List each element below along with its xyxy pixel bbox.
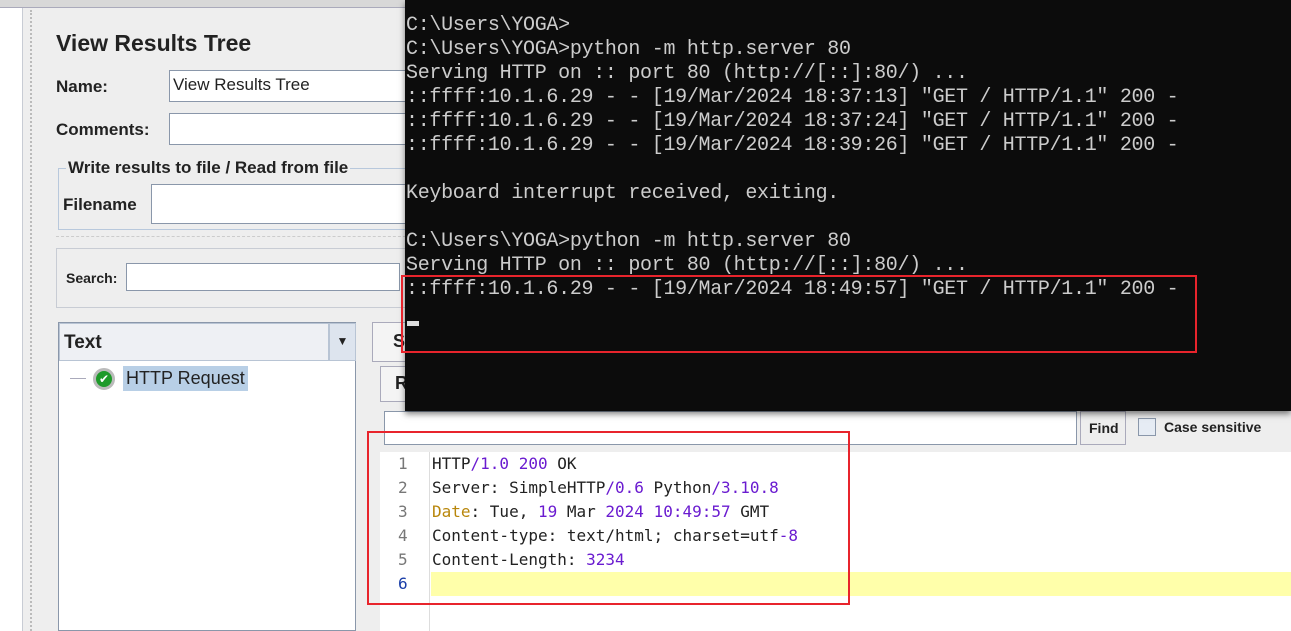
splitter[interactable]: [30, 10, 38, 631]
name-label: Name:: [56, 77, 108, 96]
tree-item-http-request[interactable]: HTTP Request: [123, 366, 248, 391]
file-group-title: Write results to file / Read from file: [66, 158, 351, 178]
comments-input[interactable]: [169, 113, 409, 145]
chevron-down-icon[interactable]: ▼: [329, 323, 356, 361]
filename-input[interactable]: [151, 184, 411, 224]
renderer-select[interactable]: Text: [59, 323, 329, 361]
case-sensitive-checkbox[interactable]: [1138, 418, 1156, 436]
page-title: View Results Tree: [56, 30, 252, 56]
test-plan-tree[interactable]: [0, 8, 23, 631]
filename-label: Filename: [63, 195, 137, 214]
terminal-line: C:\Users\YOGA>: [406, 14, 570, 37]
toolbar-strip: [0, 0, 405, 8]
terminal-line: ::ffff:10.1.6.29 - - [19/Mar/2024 18:39:…: [406, 134, 1179, 157]
comments-label: Comments:: [56, 120, 150, 139]
success-shield-icon: ✔: [93, 368, 115, 390]
search-label: Search:: [66, 270, 118, 286]
terminal-line: ::ffff:10.1.6.29 - - [19/Mar/2024 18:37:…: [406, 110, 1179, 133]
find-button[interactable]: Find: [1080, 411, 1126, 445]
terminal-line: C:\Users\YOGA>python -m http.server 80: [406, 38, 851, 61]
search-input[interactable]: [126, 263, 400, 291]
highlight-box: [367, 431, 850, 605]
terminal-line: ::ffff:10.1.6.29 - - [19/Mar/2024 18:37:…: [406, 86, 1179, 109]
name-input[interactable]: View Results Tree: [169, 70, 409, 102]
terminal-line: C:\Users\YOGA>python -m http.server 80: [406, 230, 851, 253]
case-sensitive-label: Case sensitive: [1164, 419, 1262, 435]
highlight-box: [401, 275, 1197, 353]
terminal-line: Serving HTTP on :: port 80 (http://[::]:…: [406, 254, 968, 277]
splitter[interactable]: [56, 236, 416, 241]
tree-line: [70, 378, 86, 379]
terminal-line: Keyboard interrupt received, exiting.: [406, 182, 839, 205]
terminal-line: Serving HTTP on :: port 80 (http://[::]:…: [406, 62, 968, 85]
